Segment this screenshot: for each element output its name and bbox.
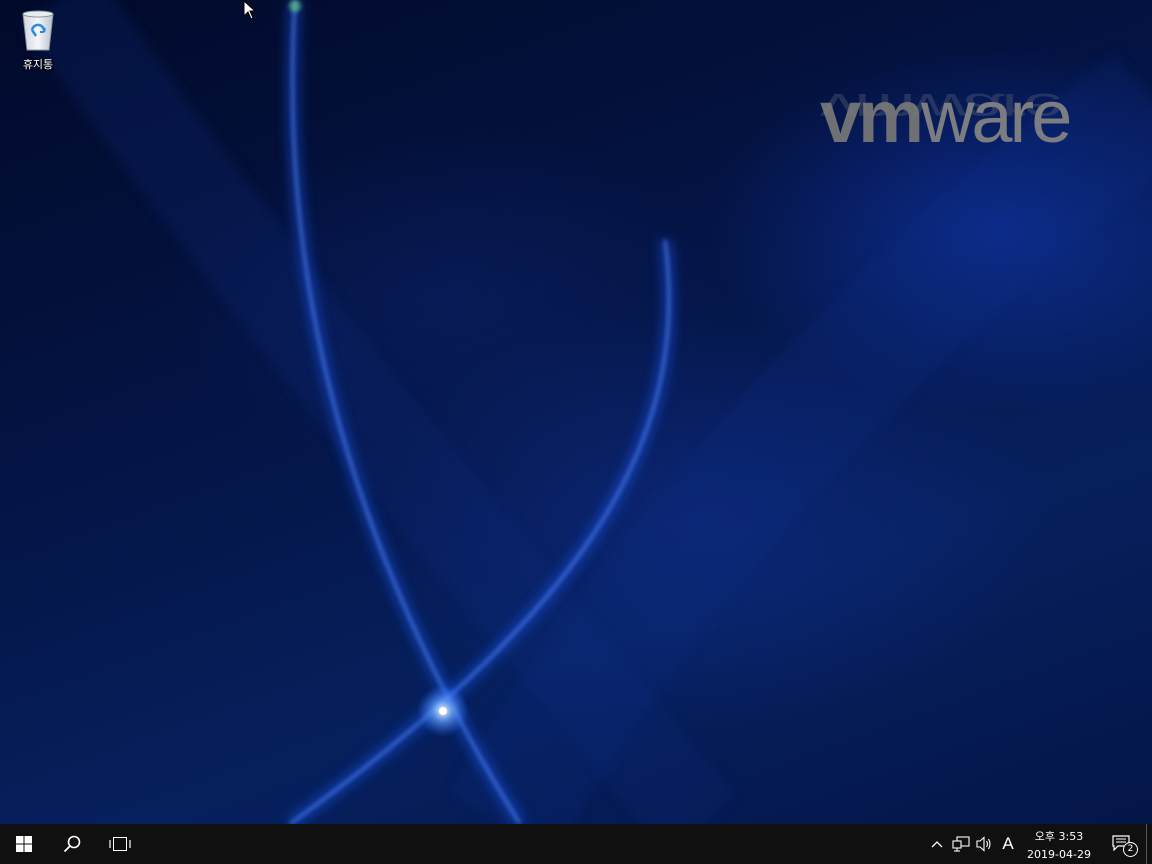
show-hidden-icons-button[interactable] — [926, 824, 948, 864]
taskbar-clock[interactable]: 오후 3:53 2019-04-29 — [1018, 824, 1100, 864]
desktop[interactable]: vmware vmware 휴지통 — [0, 0, 1152, 824]
vmware-logo: vmware vmware — [820, 80, 1150, 190]
vmware-logo-reflection: vmware — [820, 85, 1062, 131]
recycle-bin-icon — [22, 10, 54, 51]
network-button[interactable] — [950, 824, 972, 864]
search-icon — [63, 835, 81, 853]
taskbar: A 오후 3:53 2019-04-29 2 — [0, 824, 1152, 864]
volume-button[interactable] — [974, 824, 996, 864]
task-view-button[interactable] — [96, 824, 144, 864]
notification-count-badge: 2 — [1123, 842, 1138, 857]
start-button[interactable] — [0, 824, 48, 864]
task-view-icon — [109, 837, 131, 851]
speaker-icon — [976, 836, 991, 852]
clock-date: 2019-04-29 — [1027, 848, 1091, 861]
action-center-button[interactable]: 2 — [1104, 824, 1138, 864]
input-method-indicator[interactable]: A — [998, 824, 1018, 864]
clock-time: 오후 3:53 — [1034, 830, 1084, 843]
mouse-cursor-icon — [243, 0, 257, 20]
search-button[interactable] — [48, 824, 96, 864]
desktop-icon-label: 휴지통 — [22, 58, 54, 71]
network-icon — [952, 836, 970, 852]
show-desktop-button[interactable] — [1146, 824, 1152, 864]
chevron-up-icon — [931, 841, 943, 848]
windows-logo-icon — [16, 836, 32, 852]
desktop-icon-recycle-bin[interactable]: 휴지통 — [8, 6, 68, 76]
